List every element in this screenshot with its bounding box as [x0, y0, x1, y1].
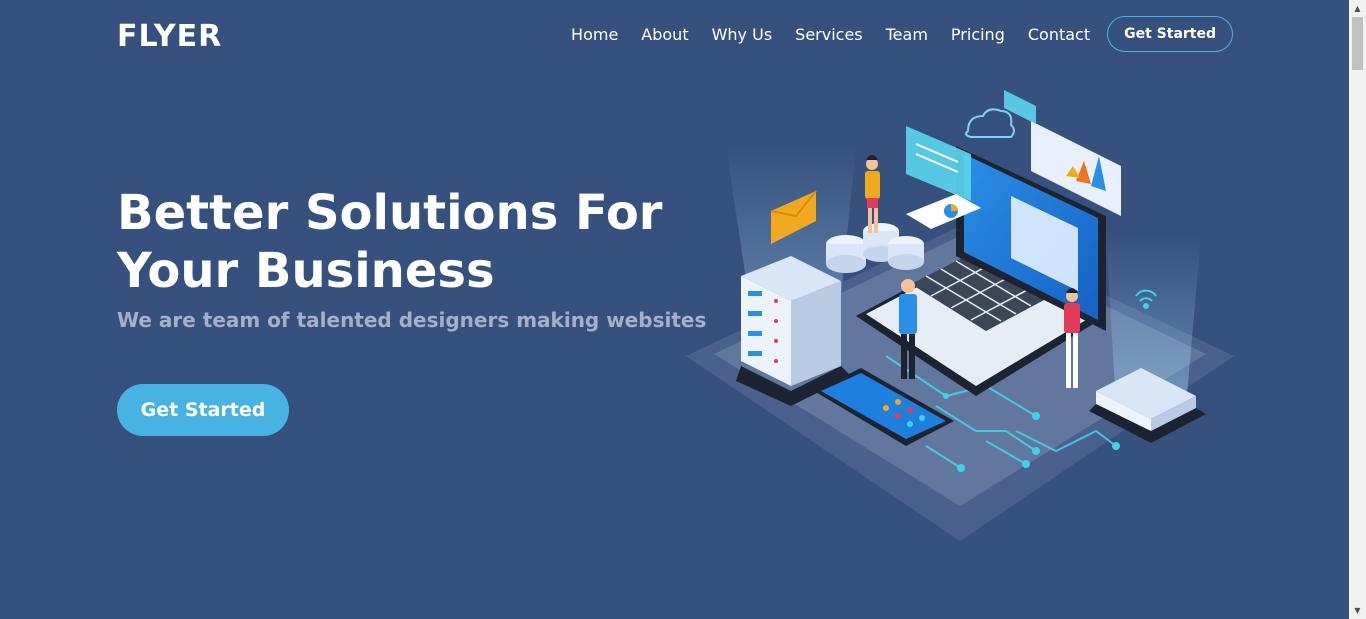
scroll-up-icon[interactable]: ▲ — [1349, 0, 1366, 17]
site-header: FLYER Home About Why Us Services Team Pr… — [0, 0, 1349, 76]
hero-title-line-1: Better Solutions For — [117, 185, 663, 241]
scroll-thumb[interactable] — [1352, 17, 1363, 70]
hero-subtitle: We are team of talented designers making… — [117, 308, 707, 332]
hero-illustration — [686, 90, 1234, 541]
nav-item-contact[interactable]: Contact — [1028, 25, 1090, 44]
get-started-nav-button[interactable]: Get Started — [1107, 16, 1233, 52]
nav-item-team[interactable]: Team — [886, 25, 928, 44]
nav-item-why-us[interactable]: Why Us — [712, 25, 773, 44]
main-nav: Home About Why Us Services Team Pricing … — [548, 16, 1233, 52]
floating-panel-small — [1004, 90, 1036, 124]
page-scrollbar[interactable]: ▲ ▼ — [1349, 0, 1366, 619]
nav-item-home[interactable]: Home — [571, 25, 618, 44]
logo[interactable]: FLYER — [117, 19, 222, 54]
get-started-hero-button[interactable]: Get Started — [117, 384, 289, 436]
scroll-down-icon[interactable]: ▼ — [1349, 602, 1366, 619]
nav-item-services[interactable]: Services — [795, 25, 862, 44]
nav-item-about[interactable]: About — [641, 25, 688, 44]
hero-title: Better Solutions For Your Business — [117, 184, 677, 300]
person-standing-top — [865, 155, 880, 233]
nav-item-pricing[interactable]: Pricing — [951, 25, 1005, 44]
hero-title-line-2: Your Business — [117, 243, 495, 299]
cloud-icon — [965, 108, 1015, 138]
